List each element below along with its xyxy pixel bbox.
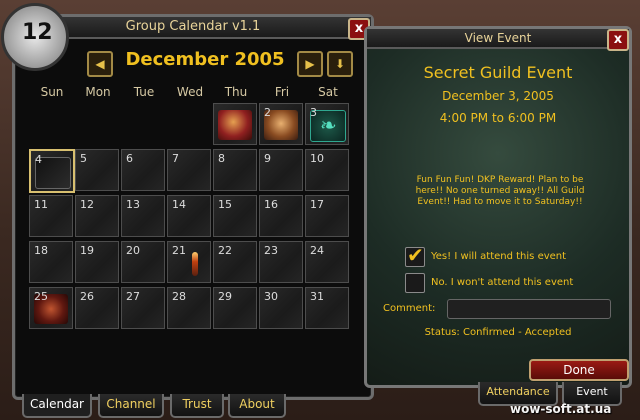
- day-number: 7: [172, 152, 179, 165]
- weekday-label: Sat: [318, 85, 338, 99]
- day-cell[interactable]: 6: [121, 149, 165, 191]
- day-number: 8: [218, 152, 225, 165]
- calendar-window: Group Calendar v1.1 x ◀ December 2005 ▶ …: [1, 3, 374, 400]
- month-title: December 2005: [125, 49, 285, 70]
- day-cell[interactable]: 3: [305, 103, 349, 145]
- day-cell[interactable]: 13: [121, 195, 165, 237]
- event-description: Fun Fun Fun! DKP Reward! Plan to be here…: [415, 175, 585, 207]
- day-number: 26: [80, 290, 94, 303]
- day-number: 6: [126, 152, 133, 165]
- attend-yes-checkbox[interactable]: ✔: [405, 243, 425, 267]
- day-number: 27: [126, 290, 140, 303]
- prev-month-button[interactable]: ◀: [87, 51, 113, 77]
- weekday-label: Sun: [40, 85, 64, 99]
- day-number: 14: [172, 198, 186, 211]
- day-number: 30: [264, 290, 278, 303]
- day-number: 25: [34, 290, 48, 303]
- day-cell[interactable]: 14: [167, 195, 211, 237]
- day-number: 24: [310, 244, 324, 257]
- calendar-logo-number: 12: [22, 20, 53, 45]
- day-cell[interactable]: 4: [29, 149, 75, 193]
- day-number: 13: [126, 198, 140, 211]
- day-number: 17: [310, 198, 324, 211]
- day-cell[interactable]: 28: [167, 287, 211, 329]
- torch-icon: [192, 252, 198, 276]
- day-cell[interactable]: 8: [213, 149, 257, 191]
- watermark: wow-soft.at.ua: [510, 402, 612, 416]
- down-arrow-button[interactable]: ⬇: [327, 51, 353, 77]
- day-cell[interactable]: 16: [259, 195, 303, 237]
- day-number: 21: [172, 244, 186, 257]
- event-date: December 3, 2005: [442, 89, 554, 103]
- day-number: 29: [218, 290, 232, 303]
- event-time: 4:00 PM to 6:00 PM: [439, 111, 557, 125]
- view-event-window: View Event x Secret Guild Event December…: [364, 26, 632, 388]
- day-cell[interactable]: 10: [305, 149, 349, 191]
- day-cell[interactable]: 21: [167, 241, 211, 283]
- day-cell[interactable]: 20: [121, 241, 165, 283]
- day-cell[interactable]: 29: [213, 287, 257, 329]
- day-number: 20: [126, 244, 140, 257]
- tab-trust[interactable]: Trust: [170, 394, 224, 418]
- day-cell[interactable]: 23: [259, 241, 303, 283]
- day-number: 15: [218, 198, 232, 211]
- weekday-label: Mon: [85, 85, 111, 99]
- day-cell[interactable]: 30: [259, 287, 303, 329]
- weekday-label: Fri: [274, 85, 290, 99]
- day-cell[interactable]: 5: [75, 149, 119, 191]
- day-cell[interactable]: 2: [259, 103, 303, 145]
- attend-yes-label: Yes! I will attend this event: [431, 251, 567, 262]
- red-warrior-icon: [218, 110, 252, 140]
- next-month-button[interactable]: ▶: [297, 51, 323, 77]
- day-number: 18: [34, 244, 48, 257]
- day-cell[interactable]: 24: [305, 241, 349, 283]
- comment-input[interactable]: [447, 299, 611, 319]
- day-cell[interactable]: 11: [29, 195, 73, 237]
- day-number: 5: [80, 152, 87, 165]
- event-close-icon[interactable]: x: [607, 29, 629, 51]
- tab-channel[interactable]: Channel: [98, 394, 164, 418]
- tab-about[interactable]: About: [228, 394, 286, 418]
- day-number: 9: [264, 152, 271, 165]
- day-cell[interactable]: 15: [213, 195, 257, 237]
- day-cell[interactable]: 22: [213, 241, 257, 283]
- attend-no-checkbox[interactable]: [405, 273, 425, 293]
- day-number: 11: [34, 198, 48, 211]
- day-number: 16: [264, 198, 278, 211]
- day-cell[interactable]: 19: [75, 241, 119, 283]
- day-cell[interactable]: 7: [167, 149, 211, 191]
- day-number: 3: [310, 106, 317, 119]
- day-number: 28: [172, 290, 186, 303]
- weekday-label: Tue: [133, 85, 155, 99]
- day-cell[interactable]: [213, 103, 257, 145]
- day-cell[interactable]: 17: [305, 195, 349, 237]
- day-number: 12: [80, 198, 94, 211]
- comment-label: Comment:: [383, 303, 436, 314]
- day-number: 31: [310, 290, 324, 303]
- day-cell[interactable]: 18: [29, 241, 73, 283]
- done-button[interactable]: Done: [529, 359, 629, 381]
- weekday-label: Wed: [176, 85, 204, 99]
- day-cell[interactable]: 27: [121, 287, 165, 329]
- day-cell[interactable]: 31: [305, 287, 349, 329]
- checkmark-icon: ✔: [407, 243, 424, 267]
- weekday-label: Thu: [224, 85, 248, 99]
- event-name: Secret Guild Event: [423, 63, 573, 82]
- day-number: 2: [264, 106, 271, 119]
- day-cell[interactable]: 26: [75, 287, 119, 329]
- day-number: 19: [80, 244, 94, 257]
- day-number: 10: [310, 152, 324, 165]
- day-cell[interactable]: 12: [75, 195, 119, 237]
- tab-calendar[interactable]: Calendar: [22, 394, 92, 418]
- attendance-status: Status: Confirmed - Accepted: [424, 327, 572, 338]
- day-number: 23: [264, 244, 278, 257]
- event-window-title: View Event: [367, 29, 629, 49]
- attend-no-label: No. I won't attend this event: [431, 277, 574, 288]
- day-cell[interactable]: 9: [259, 149, 303, 191]
- day-cell[interactable]: 25: [29, 287, 73, 329]
- day-number: 4: [35, 153, 42, 166]
- day-number: 22: [218, 244, 232, 257]
- calendar-logo-icon: 12: [1, 3, 69, 71]
